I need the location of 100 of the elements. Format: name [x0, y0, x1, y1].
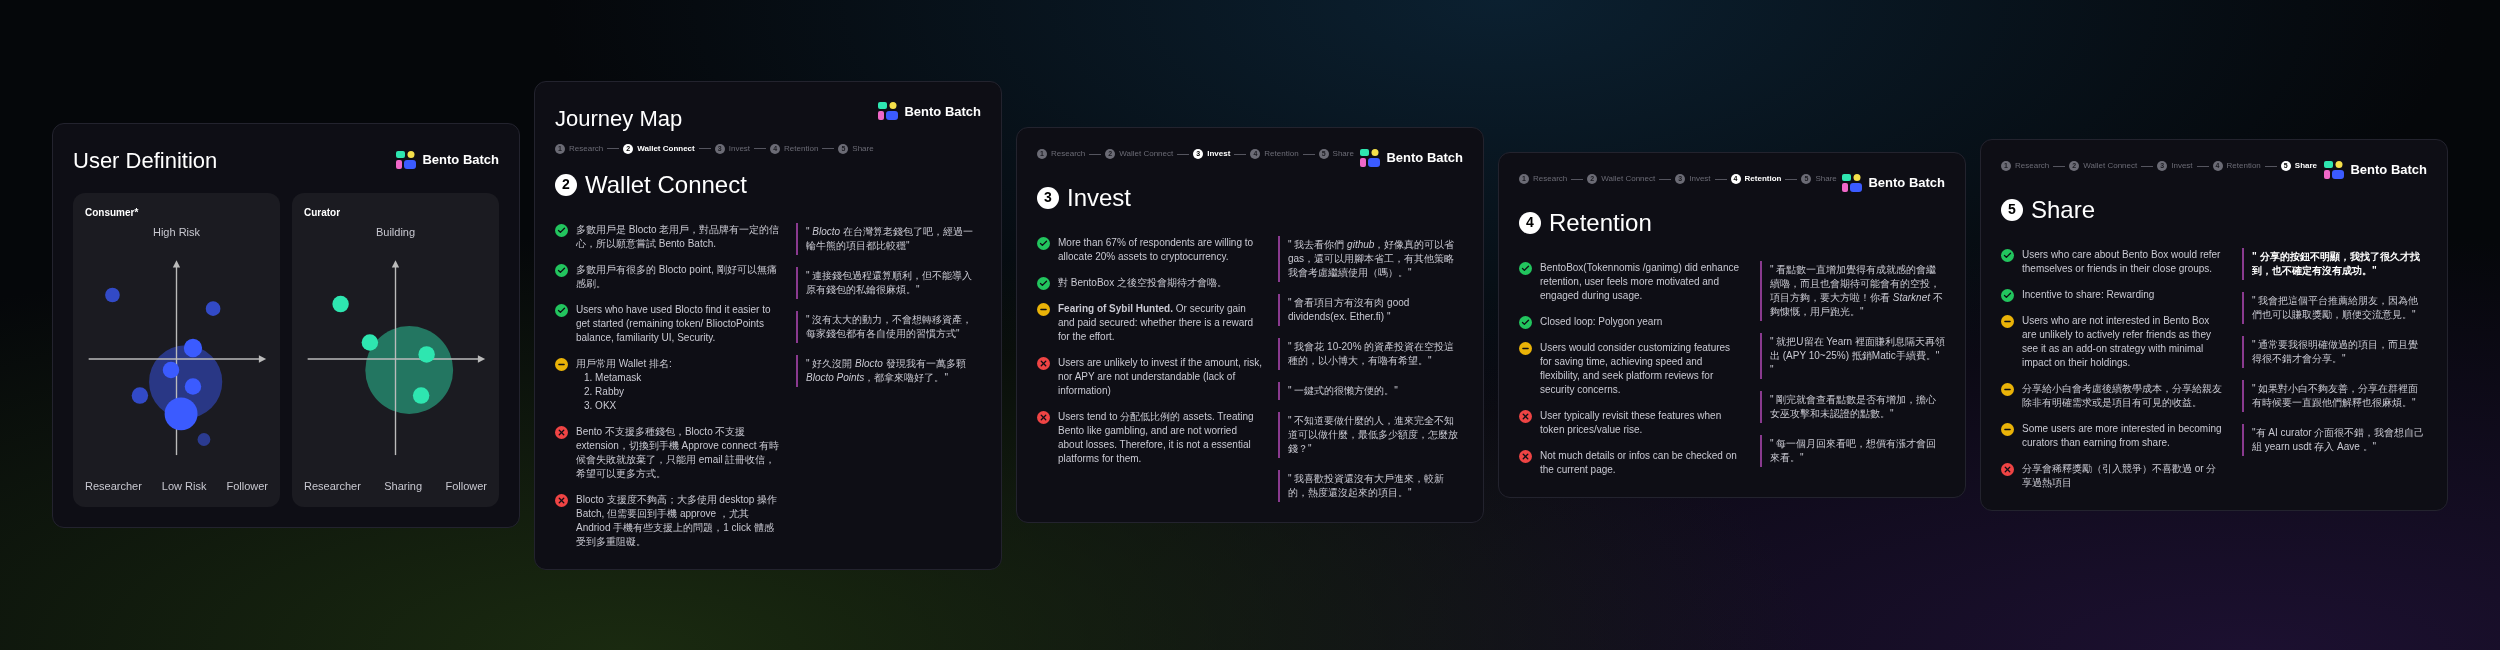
stage-number: 2 — [555, 173, 577, 196]
step-label[interactable]: Invest — [1689, 173, 1711, 186]
bubble — [164, 397, 198, 431]
finding-text: Some users are more interested in becoming curators than earning from share. — [2022, 421, 2223, 450]
step-label[interactable]: Retention — [784, 142, 819, 155]
quote: " 會看項目方有沒有肉 good dividends(ex. Ether.fi) " — [1278, 293, 1463, 326]
check-icon — [555, 263, 568, 277]
list-item: 3. OKX — [583, 398, 618, 413]
step-label[interactable]: Wallet Connect — [1601, 173, 1656, 186]
finding-text: Users are unlikely to invest if the amount, risk, nor APY are not understandable (lack of information) — [1058, 355, 1262, 398]
finding-text: 用戶常用 Wallet 排名: — [576, 356, 672, 371]
finding-text: Users would consider customizing features for saving time, achieving speed and flexibility, and seek platform reviews for security concerns. — [1540, 340, 1732, 397]
bubble — [184, 378, 202, 395]
quote: " 看點數一直增加覺得有成就感的會繼續嚕，而且也會期待可能會有的空投，項目方夠，要大方啦！你看 Starknet 不夠慷慨，用戶跑光。" — [1760, 260, 1945, 321]
quote: " 我去看你們 github，好像真的可以省 gas，還可以用腳本省工，有其他策略我會考慮繼續使用（嗎）。" — [1278, 235, 1463, 282]
finding-text: Fearing of Sybil Hunted. Or security gain and paid secured: whether there is a reward for the effort. — [1058, 301, 1255, 344]
step-label[interactable]: Research — [569, 142, 604, 155]
quote: " 通常要我很明確做過的項目，而且覺得很不錯才會分享。" — [2242, 335, 2427, 368]
finding-text: Closed loop: Polygon yearn — [1540, 314, 1663, 329]
axis-label: Low Risk — [161, 479, 207, 494]
step-label[interactable]: Invest — [728, 142, 751, 155]
step-label[interactable]: Research — [1533, 173, 1568, 186]
bubble — [361, 334, 379, 351]
minus-icon — [555, 357, 568, 371]
finding-text: Not much details or infos can be checked on the current page. — [1540, 448, 1738, 477]
step-label[interactable]: Research — [1051, 148, 1086, 161]
finding-text: Blocto 支援度不夠高；大多使用 desktop 操作 Batch, 但需要回到手機 approve ，尤其 Andriod 手機有些支援上的問題，1 click 體感受到多重阻礙。 — [576, 492, 779, 549]
finding-text: User typically revisit these features when token prices/value rise. — [1540, 408, 1723, 437]
finding-text: 對 BentoBox 之後空投會期待才會嚕。 — [1058, 275, 1227, 290]
quote: " 就把U留在 Yearn 裡面賺利息隔天再領出 (APY 10~25%) 抵銷Matic手續費。" " — [1760, 332, 1945, 379]
step-label[interactable]: Wallet Connect — [637, 142, 695, 155]
bubble — [183, 338, 203, 358]
check-icon — [1519, 315, 1532, 329]
map-label: Consumer* — [85, 205, 140, 220]
stage-title: Invest — [1067, 182, 1132, 213]
finding-text: Users tend to 分配低比例的 assets. Treating Bento like gambling, and are not worried about losses. Therefore, it is not a essential platforms for them. — [1058, 409, 1255, 466]
step-label[interactable]: Retention — [2226, 160, 2261, 173]
bubble — [418, 346, 435, 363]
finding-text: Incentive to share: Rewarding — [2022, 287, 2155, 302]
finding-text: Users who are not interested in Bento Box are unlikely to actively refer friends as they see it as an add-on strategy with minimal impact on their holdings. — [2022, 313, 2212, 370]
quote: " 連接錢包過程還算順利，但不能導入原有錢包的私鑰很麻煩。" — [796, 266, 981, 299]
cross-icon — [2001, 462, 2014, 476]
bubble — [162, 361, 180, 379]
slide-title: User Definition — [73, 146, 218, 175]
logo-icon — [1842, 174, 1863, 192]
cross-icon — [555, 493, 568, 507]
brand-name: Bento Batch — [422, 151, 499, 170]
finding-text: 多數用戶有很多的 Blocto point, 剛好可以無痛感刷。 — [576, 262, 778, 291]
step-label[interactable]: Research — [2015, 160, 2050, 173]
axis-label: High Risk — [152, 224, 201, 240]
finding-text: More than 67% of respondents are willing to allocate 20% assets to cryptocurrency. — [1058, 235, 1255, 264]
stage-title: Share — [2031, 194, 2096, 225]
stage-title: Retention — [1549, 207, 1652, 238]
minus-icon — [1519, 341, 1532, 355]
quote: " 沒有太大的動力，不會想轉移資產，每家錢包都有各自使用的習慣方式" — [796, 310, 981, 343]
cross-icon — [555, 425, 568, 439]
minus-icon — [2001, 314, 2014, 328]
finding-text: Users who care about Bento Box would refer themselves or friends in their close groups. — [2022, 247, 2222, 276]
step-label[interactable]: Share — [2294, 160, 2318, 173]
logo-icon — [2324, 161, 2345, 179]
quote: " 好久沒開 Blocto 發現我有一萬多顆 Blocto Points，都拿來嚕好了。" — [796, 354, 981, 387]
bubble — [197, 433, 211, 446]
quote: " 我喜歡投資還沒有大戶進來，較新的，熱度還沒起來的項目。" — [1278, 469, 1463, 502]
finding-text: Bento 不支援多種錢包，Blocto 不支援 extension，切換到手機 Approve connect 有時候會失敗就放棄了，只能用 email 註冊收信，希望可以更多方式。 — [576, 424, 780, 481]
step-label[interactable]: Share — [1815, 173, 1837, 186]
check-icon — [1519, 261, 1532, 275]
axis-label: Follower — [226, 479, 268, 494]
stage-number: 4 — [1519, 211, 1541, 234]
step-label[interactable]: Share — [1332, 148, 1354, 161]
bubble — [412, 387, 430, 404]
finding-text: BentoBox(Tokennomis /ganimg) did enhance retention, user feels more motivated and engaged during usage. — [1540, 260, 1740, 303]
quote: " 剛完就會查看點數是否有增加，擔心女巫攻擊和未認證的點數。" — [1760, 390, 1945, 423]
brand-name: Bento Batch — [1386, 149, 1463, 168]
step-label[interactable]: Wallet Connect — [1119, 148, 1174, 161]
logo-icon — [1360, 149, 1381, 167]
step-label[interactable]: Retention — [1744, 173, 1782, 186]
quote: " Blocto 在台灣算老錢包了吧，經過一輪牛熊的項目都比較穩" — [796, 222, 981, 255]
map-label: Curator — [304, 205, 342, 220]
check-icon — [2001, 288, 2014, 302]
cross-icon — [1037, 356, 1050, 370]
bubble — [332, 295, 349, 313]
step-label[interactable]: Share — [852, 142, 874, 155]
quote: " 每一個月回來看吧，想價有漲才會回來看。" — [1760, 434, 1945, 467]
quote: " 分享的按鈕不明顯，我找了很久才找到，也不確定有沒有成功。" — [2242, 247, 2427, 280]
quote: "有 AI curator 介面很不錯，我會想自己組 yearn usdt 存入 Aave 。" — [2242, 423, 2427, 456]
finding-text: 分享給小白會考慮後續教學成本，分享給親友除非有明確需求或是項目有可見的收益。 — [2022, 381, 2223, 410]
quote: " 不知道要做什麼的人，進來完全不知道可以做什麼，最低多少額度，怎麼放錢？" — [1278, 411, 1463, 458]
slide-title: Journey Map — [555, 104, 684, 133]
check-icon — [1037, 236, 1050, 250]
bubble — [105, 287, 120, 303]
quote: " 我會花 10-20% 的資產投資在空投這種的，以小博大，有嚕有希望。" — [1278, 337, 1463, 370]
minus-icon — [1037, 302, 1050, 316]
step-label[interactable]: Invest — [1207, 148, 1231, 161]
logo-icon — [396, 151, 417, 169]
brand-name: Bento Batch — [2350, 161, 2427, 180]
step-label[interactable]: Invest — [2171, 160, 2193, 173]
list-item: 1. Metamask — [583, 370, 643, 385]
step-label[interactable]: Wallet Connect — [2083, 160, 2138, 173]
step-label[interactable]: Retention — [1264, 148, 1299, 161]
axis-label: Sharing — [384, 479, 423, 494]
